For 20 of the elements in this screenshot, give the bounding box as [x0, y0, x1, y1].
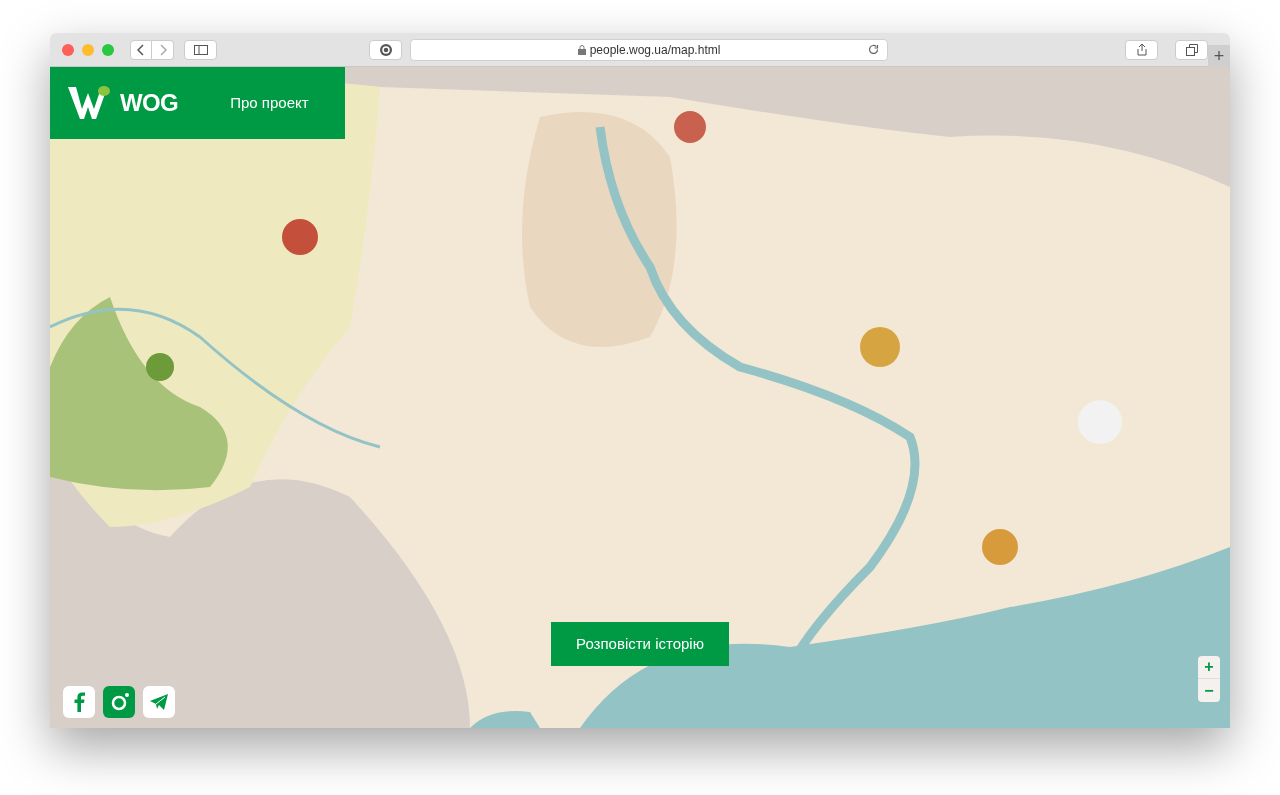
share-icon[interactable] — [1125, 39, 1158, 60]
logo-icon — [68, 85, 110, 121]
sidebar-icon[interactable] — [184, 39, 217, 60]
logo-text: WOG — [120, 88, 179, 118]
camera-icon[interactable] — [103, 686, 135, 718]
reload-icon[interactable] — [868, 44, 879, 55]
url-text: people.wog.ua/map.html — [589, 41, 721, 59]
zoom-in-button[interactable]: + — [1198, 656, 1220, 679]
lock-icon — [577, 44, 586, 55]
tabs-icon[interactable] — [1175, 39, 1208, 60]
zoom-out-button[interactable]: − — [1198, 679, 1220, 702]
back-icon[interactable] — [130, 39, 152, 60]
facebook-icon[interactable] — [63, 686, 95, 718]
address-bar[interactable]: people.wog.ua/map.html — [410, 38, 888, 61]
about-project-link[interactable]: Про проект — [230, 91, 309, 115]
extension-icon[interactable] — [369, 39, 402, 60]
tell-story-button[interactable]: Розповісти історію — [551, 622, 729, 666]
new-tab-button[interactable]: + — [1208, 45, 1230, 67]
telegram-icon[interactable] — [143, 686, 175, 718]
close-window-icon[interactable] — [62, 43, 74, 56]
